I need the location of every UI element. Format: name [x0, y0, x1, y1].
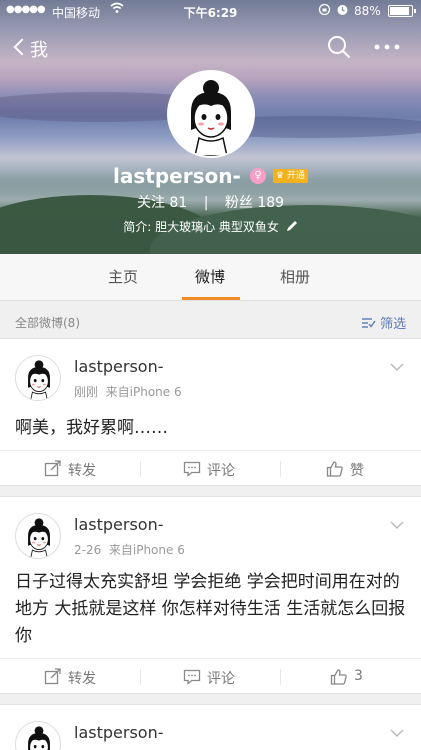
- tab-weibo[interactable]: 微博: [195, 266, 225, 287]
- vip-badge[interactable]: ♛ 开通: [272, 169, 308, 183]
- following-stat[interactable]: 关注 81: [137, 195, 187, 211]
- vip-label: 开通: [286, 171, 305, 181]
- like-label: 赞: [350, 463, 364, 479]
- filter-icon: [362, 318, 376, 328]
- action-divider: [280, 669, 281, 685]
- search-icon[interactable]: [326, 34, 352, 60]
- comment-button[interactable]: 评论: [183, 451, 263, 487]
- filter-bar: 全部微博(8) 筛选: [0, 302, 421, 338]
- post-source: 来自iPhone 6: [108, 543, 185, 557]
- profile-name-row: lastperson- ♀ ♛ 开通: [0, 164, 421, 188]
- post-count-label: 全部微博(8): [15, 316, 80, 330]
- filter-button[interactable]: 筛选: [362, 313, 406, 332]
- repost-icon: [44, 460, 62, 478]
- followers-stat[interactable]: 粉丝 189: [225, 195, 284, 211]
- followers-count: 189: [257, 195, 285, 211]
- thumbs-up-icon: [326, 460, 344, 478]
- tab-home[interactable]: 主页: [108, 266, 138, 287]
- post-source: 来自iPhone 6: [105, 385, 182, 399]
- post-actions: 转发 评论 赞: [0, 450, 421, 486]
- status-bar: ●●●●● 中国移动 下午6:29 88%: [0, 0, 421, 22]
- active-tab-indicator: [182, 297, 240, 300]
- profile-name: lastperson-: [113, 164, 241, 188]
- post-text: 啊美，我好累啊……: [15, 418, 168, 438]
- avatar[interactable]: [15, 721, 61, 750]
- follow-stats: 关注 81 | 粉丝 189: [0, 192, 421, 212]
- battery-percent: 88%: [354, 4, 381, 18]
- comment-label: 评论: [207, 463, 235, 479]
- bio-text: 简介: 胆大玻璃心 典型双鱼女: [123, 220, 279, 234]
- profile-tabs: 主页 微博 相册: [0, 254, 421, 301]
- filter-label: 筛选: [380, 317, 407, 332]
- chevron-down-icon[interactable]: [390, 723, 404, 738]
- verified-badge-icon[interactable]: ♀: [249, 168, 266, 184]
- post-author[interactable]: lastperson-: [74, 723, 163, 742]
- post-card[interactable]: lastperson-: [0, 704, 421, 750]
- comment-icon: [183, 460, 201, 478]
- stat-divider: |: [203, 195, 209, 211]
- profile-bio[interactable]: 简介: 胆大玻璃心 典型双鱼女: [0, 218, 421, 235]
- rotation-lock-icon: [318, 3, 331, 19]
- comment-label: 评论: [207, 671, 235, 687]
- profile-header: ●●●●● 中国移动 下午6:29 88% 我 lastperson- ♀ ♛ …: [0, 0, 421, 254]
- comment-icon: [183, 668, 201, 686]
- like-count: 3: [354, 668, 363, 684]
- comment-button[interactable]: 评论: [183, 659, 263, 695]
- repost-icon: [44, 668, 62, 686]
- chevron-down-icon[interactable]: [390, 357, 404, 372]
- repost-button[interactable]: 转发: [44, 451, 124, 487]
- profile-avatar[interactable]: [167, 70, 255, 158]
- post-actions: 转发 评论 3: [0, 658, 421, 694]
- like-button[interactable]: 赞: [326, 451, 406, 487]
- post-meta: 2-26 来自iPhone 6: [74, 541, 185, 558]
- following-label: 关注: [136, 195, 165, 211]
- post-time: 2-26: [74, 543, 102, 557]
- avatar[interactable]: [15, 355, 61, 401]
- tab-album[interactable]: 相册: [280, 266, 310, 287]
- like-button[interactable]: 3: [330, 659, 400, 695]
- repost-label: 转发: [68, 463, 96, 479]
- more-icon[interactable]: [372, 34, 402, 60]
- action-divider: [140, 669, 141, 685]
- post-card[interactable]: lastperson- 2-26 来自iPhone 6 日子过得太充实舒坦 学会…: [0, 496, 421, 694]
- back-label: 我: [30, 40, 48, 61]
- thumbs-up-icon: [330, 668, 348, 686]
- repost-label: 转发: [68, 671, 96, 687]
- following-count: 81: [169, 195, 188, 211]
- post-author[interactable]: lastperson-: [74, 515, 163, 534]
- action-divider: [140, 461, 141, 477]
- post-time: 刚刚: [74, 385, 99, 399]
- followers-label: 粉丝: [224, 195, 253, 211]
- chevron-down-icon[interactable]: [390, 515, 404, 530]
- back-button[interactable]: 我: [12, 36, 52, 61]
- post-card[interactable]: lastperson- 刚刚 来自iPhone 6 啊美，我好累啊…… 转发 评…: [0, 338, 421, 486]
- alarm-icon: [336, 3, 349, 19]
- action-divider: [280, 461, 281, 477]
- avatar[interactable]: [15, 513, 61, 559]
- battery-icon: [388, 5, 416, 17]
- chevron-left-icon: [13, 38, 31, 56]
- post-author[interactable]: lastperson-: [74, 357, 163, 376]
- post-meta: 刚刚 来自iPhone 6: [74, 383, 182, 400]
- post-text: 日子过得太充实舒坦 学会拒绝 学会把时间用在对的地方 大抵就是这样 你怎样对待生…: [15, 572, 406, 646]
- repost-button[interactable]: 转发: [44, 659, 124, 695]
- edit-pencil-icon: [286, 221, 297, 231]
